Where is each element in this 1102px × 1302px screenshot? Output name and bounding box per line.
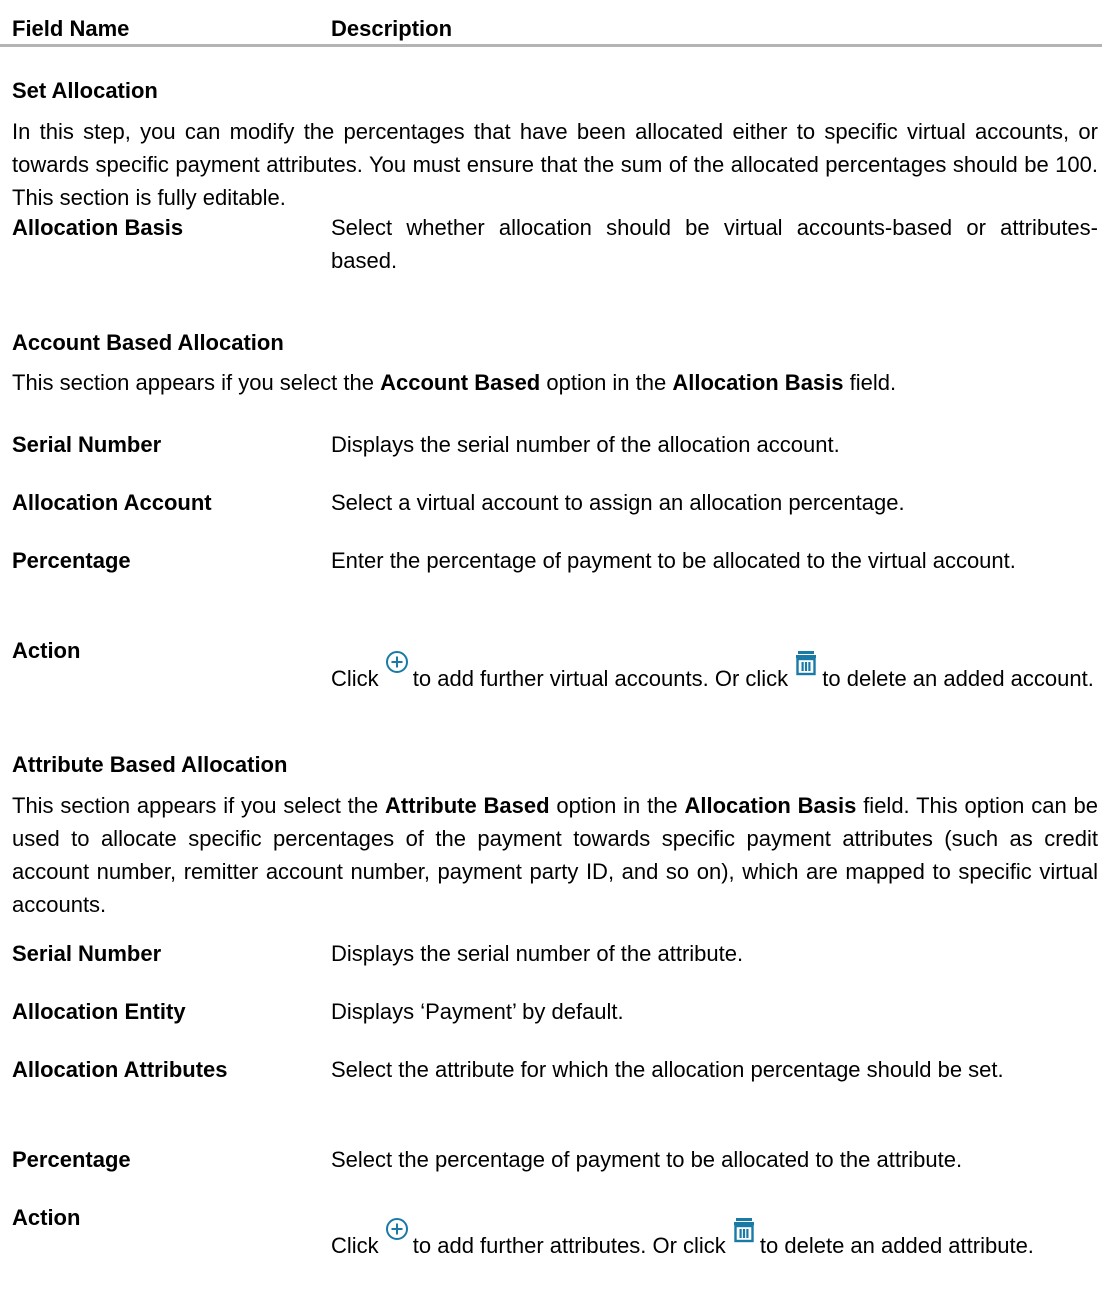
field-description: Click to add further virtual accounts. O… xyxy=(331,651,1098,695)
field-name: Action xyxy=(12,638,81,663)
intro-bold-field: Allocation Basis xyxy=(672,370,844,395)
intro-text: This section appears if you select the xyxy=(12,793,386,818)
action-text: Click xyxy=(331,1233,385,1258)
field-name: Percentage xyxy=(12,1147,131,1172)
intro-text: option in the xyxy=(540,370,673,395)
table-header: Field Name Description xyxy=(0,0,1102,47)
intro-text: This section appears if you select the xyxy=(12,370,381,395)
trash-icon[interactable] xyxy=(794,650,818,678)
intro-bold-option: Account Based xyxy=(380,370,541,395)
document-page: Field Name Description Set Allocation In… xyxy=(0,0,1102,1302)
intro-bold-field: Allocation Basis xyxy=(684,793,857,818)
field-description: Click to add further attributes. Or clic… xyxy=(331,1218,1098,1262)
action-text: to add further attributes. Or click xyxy=(412,1233,732,1258)
field-name: Serial Number xyxy=(12,941,162,966)
attribute-based-intro: This section appears if you select the A… xyxy=(12,789,1098,921)
plus-circle-icon[interactable] xyxy=(385,1217,409,1245)
field-description: Select whether allocation should be virt… xyxy=(331,215,1098,273)
field-description: Select the percentage of payment to be a… xyxy=(331,1147,963,1172)
intro-text: field. xyxy=(843,370,897,395)
field-description: Select the attribute for which the alloc… xyxy=(331,1057,1004,1082)
section-title-set-allocation: Set Allocation xyxy=(12,78,158,103)
intro-bold-option: Attribute Based xyxy=(385,793,550,818)
action-text: to delete an added attribute. xyxy=(759,1233,1034,1258)
field-name: Allocation Entity xyxy=(12,999,186,1024)
field-name: Action xyxy=(12,1205,81,1230)
account-based-intro: This section appears if you select the A… xyxy=(12,366,1098,399)
trash-icon[interactable] xyxy=(732,1217,756,1245)
header-field-name: Field Name xyxy=(12,16,130,41)
field-description: Enter the percentage of payment to be al… xyxy=(331,548,1016,573)
field-name: Allocation Attributes xyxy=(12,1057,228,1082)
field-name: Allocation Account xyxy=(12,490,212,515)
header-divider xyxy=(0,44,1102,47)
action-text: to add further virtual accounts. Or clic… xyxy=(412,666,795,691)
field-name: Allocation Basis xyxy=(12,215,184,240)
field-description: Displays ‘Payment’ by default. xyxy=(331,999,624,1024)
action-text: to delete an added account. xyxy=(822,666,1094,691)
field-name: Percentage xyxy=(12,548,131,573)
field-name: Serial Number xyxy=(12,432,162,457)
header-description: Description xyxy=(331,16,453,41)
intro-text: option in the xyxy=(549,793,685,818)
plus-circle-icon[interactable] xyxy=(385,650,409,678)
section-title-attribute-based: Attribute Based Allocation xyxy=(12,752,288,777)
action-text: Click xyxy=(331,666,385,691)
field-description: Displays the serial number of the alloca… xyxy=(331,432,840,457)
set-allocation-intro: In this step, you can modify the percent… xyxy=(12,119,1098,210)
section-title-account-based: Account Based Allocation xyxy=(12,330,284,355)
field-description: Displays the serial number of the attrib… xyxy=(331,941,744,966)
field-description: Select a virtual account to assign an al… xyxy=(331,490,905,515)
